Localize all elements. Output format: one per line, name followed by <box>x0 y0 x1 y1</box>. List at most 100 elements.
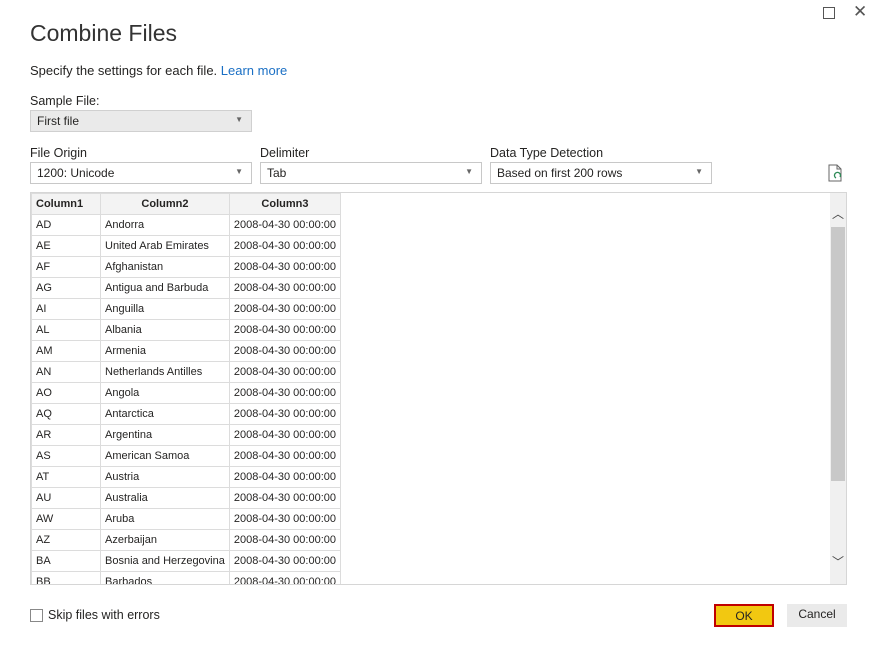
delimiter-dropdown[interactable]: Tab ▼ <box>260 162 482 184</box>
skip-errors-label: Skip files with errors <box>48 608 160 622</box>
table-cell: Australia <box>100 487 230 509</box>
table-cell: AN <box>31 361 101 383</box>
table-cell: United Arab Emirates <box>100 235 230 257</box>
skip-errors-checkbox[interactable] <box>30 609 43 622</box>
table-cell: Andorra <box>100 214 230 236</box>
table-row: AT Austria 2008-04-30 00:00:00 <box>31 466 342 488</box>
table-cell: AQ <box>31 403 101 425</box>
table-cell: Angola <box>100 382 230 404</box>
column-header[interactable]: Column2 <box>100 193 230 215</box>
table-cell: AU <box>31 487 101 509</box>
table-cell: 2008-04-30 00:00:00 <box>228 445 342 467</box>
refresh-file-button[interactable] <box>828 164 844 187</box>
table-cell: 2008-04-30 00:00:00 <box>228 550 342 572</box>
table-cell: BA <box>31 550 101 572</box>
table-cell: AR <box>31 424 101 446</box>
table-cell: 2008-04-30 00:00:00 <box>228 235 342 257</box>
table-cell: 2008-04-30 00:00:00 <box>228 256 342 278</box>
table-cell: Netherlands Antilles <box>100 361 230 383</box>
table-cell: American Samoa <box>100 445 230 467</box>
preview-table: Column1 Column2 Column3 AD Andorra 2008-04-3… <box>30 192 847 585</box>
table-cell: AT <box>31 466 101 488</box>
table-cell: Armenia <box>100 340 230 362</box>
column-header[interactable]: Column3 <box>228 193 342 215</box>
table-row: AW Aruba 2008-04-30 00:00:00 <box>31 508 342 530</box>
table-row: AU Australia 2008-04-30 00:00:00 <box>31 487 342 509</box>
table-cell: AS <box>31 445 101 467</box>
learn-more-link[interactable]: Learn more <box>221 63 287 78</box>
table-row: AL Albania 2008-04-30 00:00:00 <box>31 319 342 341</box>
table-cell: 2008-04-30 00:00:00 <box>228 298 342 320</box>
table-cell: AO <box>31 382 101 404</box>
table-cell: Afghanistan <box>100 256 230 278</box>
data-type-detection-dropdown[interactable]: Based on first 200 rows ▼ <box>490 162 712 184</box>
table-row: AR Argentina 2008-04-30 00:00:00 <box>31 424 342 446</box>
subtitle-text: Specify the settings for each file. <box>30 63 218 78</box>
table-cell: 2008-04-30 00:00:00 <box>228 487 342 509</box>
table-cell: Antarctica <box>100 403 230 425</box>
table-row: AD Andorra 2008-04-30 00:00:00 <box>31 214 342 236</box>
chevron-down-icon: ▼ <box>465 167 473 176</box>
table-cell: Austria <box>100 466 230 488</box>
table-row: BA Bosnia and Herzegovina 2008-04-30 00:00… <box>31 550 342 572</box>
subtitle: Specify the settings for each file. Lear… <box>30 63 287 78</box>
delimiter-label: Delimiter <box>260 146 310 160</box>
chevron-down-icon: ▼ <box>235 167 243 176</box>
table-cell: AZ <box>31 529 101 551</box>
table-row: AQ Antarctica 2008-04-30 00:00:00 <box>31 403 342 425</box>
data-type-detection-label: Data Type Detection <box>490 146 604 160</box>
table-row: AO Angola 2008-04-30 00:00:00 <box>31 382 342 404</box>
maximize-button[interactable] <box>823 7 835 19</box>
sample-file-dropdown[interactable]: First file ▼ <box>30 110 252 132</box>
close-button[interactable]: ✕ <box>853 2 867 22</box>
table-row: BB Barbados 2008-04-30 00:00:00 <box>31 571 342 584</box>
table-cell: AW <box>31 508 101 530</box>
table-cell: BB <box>31 571 101 584</box>
scroll-down-icon[interactable]: ﹀ <box>830 553 846 570</box>
table-cell: 2008-04-30 00:00:00 <box>228 382 342 404</box>
table-row: AG Antigua and Barbuda 2008-04-30 00:00:00 <box>31 277 342 299</box>
refresh-file-icon <box>828 164 842 182</box>
table-cell: AI <box>31 298 101 320</box>
table-cell: 2008-04-30 00:00:00 <box>228 529 342 551</box>
table-cell: AM <box>31 340 101 362</box>
data-type-detection-value: Based on first 200 rows <box>497 166 623 180</box>
chevron-down-icon: ▼ <box>695 167 703 176</box>
table-cell: AG <box>31 277 101 299</box>
table-row: AS American Samoa 2008-04-30 00:00:00 <box>31 445 342 467</box>
table-row: AM Armenia 2008-04-30 00:00:00 <box>31 340 342 362</box>
table-cell: 2008-04-30 00:00:00 <box>228 508 342 530</box>
table-row: AI Anguilla 2008-04-30 00:00:00 <box>31 298 342 320</box>
table-cell: AE <box>31 235 101 257</box>
ok-button[interactable]: OK <box>714 604 774 627</box>
table-cell: Bosnia and Herzegovina <box>100 550 230 572</box>
table-cell: 2008-04-30 00:00:00 <box>228 466 342 488</box>
table-cell: 2008-04-30 00:00:00 <box>228 214 342 236</box>
table-cell: 2008-04-30 00:00:00 <box>228 403 342 425</box>
file-origin-dropdown[interactable]: 1200: Unicode ▼ <box>30 162 252 184</box>
file-origin-value: 1200: Unicode <box>37 166 115 180</box>
table-cell: 2008-04-30 00:00:00 <box>228 424 342 446</box>
table-cell: 2008-04-30 00:00:00 <box>228 319 342 341</box>
table-cell: Antigua and Barbuda <box>100 277 230 299</box>
table-cell: Argentina <box>100 424 230 446</box>
dialog-title: Combine Files <box>30 20 177 46</box>
table-cell: 2008-04-30 00:00:00 <box>228 361 342 383</box>
table-cell: 2008-04-30 00:00:00 <box>228 340 342 362</box>
table-row: AF Afghanistan 2008-04-30 00:00:00 <box>31 256 342 278</box>
scrollbar-thumb[interactable] <box>831 227 845 481</box>
table-cell: AD <box>31 214 101 236</box>
cancel-button[interactable]: Cancel <box>787 604 847 627</box>
sample-file-label: Sample File: <box>30 94 100 108</box>
file-origin-label: File Origin <box>30 146 87 160</box>
scroll-up-icon[interactable]: ︿ <box>830 205 846 222</box>
vertical-scrollbar[interactable]: ︿ ﹀ <box>830 193 846 584</box>
table-cell: Albania <box>100 319 230 341</box>
table-cell: Anguilla <box>100 298 230 320</box>
table-cell: 2008-04-30 00:00:00 <box>228 277 342 299</box>
table-cell: Aruba <box>100 508 230 530</box>
table-cell: Barbados <box>100 571 230 584</box>
column-header[interactable]: Column1 <box>31 193 101 215</box>
table-row: AE United Arab Emirates 2008-04-30 00:00:0… <box>31 235 342 257</box>
delimiter-value: Tab <box>267 166 287 180</box>
